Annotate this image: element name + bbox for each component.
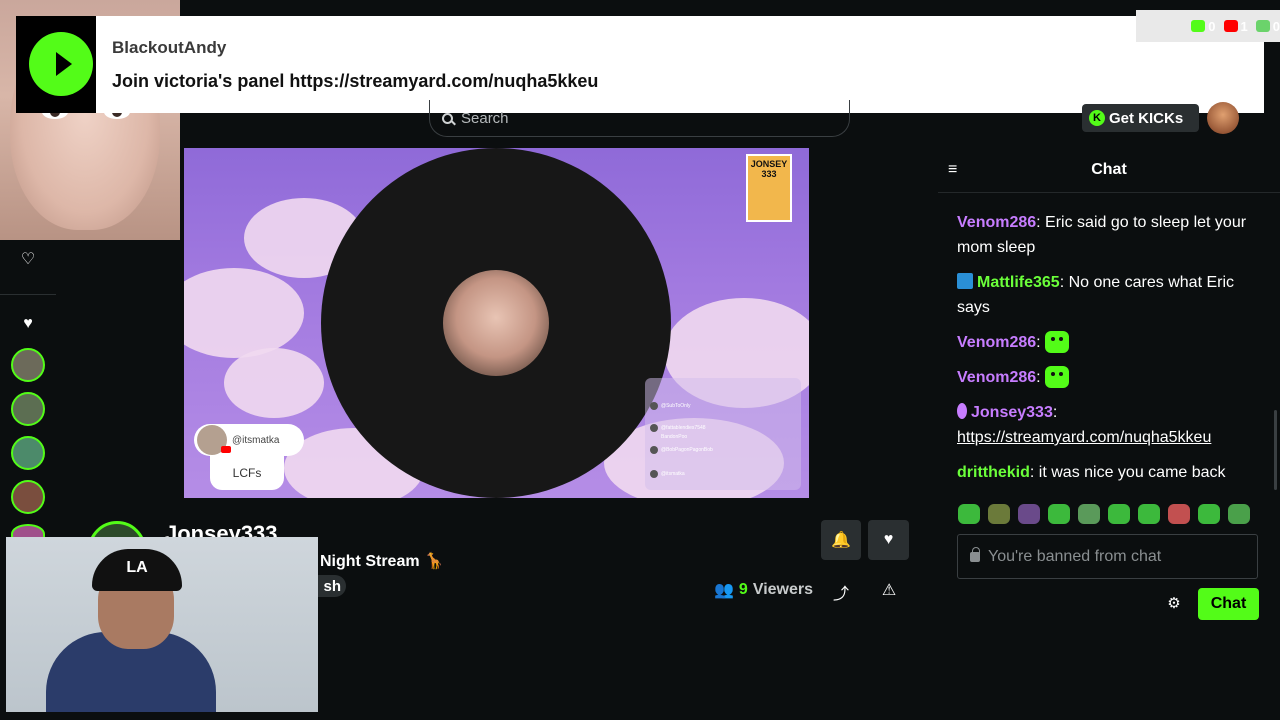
sidebar-channel-avatar[interactable] bbox=[11, 348, 45, 382]
search-icon bbox=[442, 112, 453, 124]
chat-message: Jonsey333: https://streamyard.com/nuqha5… bbox=[957, 403, 1212, 446]
emote-icon[interactable] bbox=[1168, 504, 1190, 524]
notification-username: BlackoutAndy bbox=[112, 38, 227, 57]
viewers-icon: 👥 bbox=[714, 582, 734, 599]
sidebar-channel-avatar[interactable] bbox=[11, 392, 45, 426]
overlay-user-pill: @itsmatka bbox=[194, 424, 304, 456]
mini-chat-line: BandonPoo bbox=[661, 434, 688, 440]
chat-message: Venom286: bbox=[957, 365, 1257, 390]
chat-message: Venom286: bbox=[957, 330, 1257, 355]
overlay-user-avatar bbox=[197, 425, 231, 455]
heart-outline-icon[interactable]: ♡ bbox=[20, 252, 36, 268]
mini-chat-line: @fattablendies7548 bbox=[650, 424, 706, 432]
link-counter: 0 bbox=[1255, 19, 1280, 34]
viewer-count-number: 9 bbox=[738, 581, 748, 598]
chat-messages: Venom286: Eric said go to sleep let your… bbox=[957, 210, 1257, 495]
heart-icon: ♥ bbox=[883, 531, 894, 548]
chat-message: Mattlife365: No one cares what Eric says bbox=[957, 273, 1235, 316]
emote-icon[interactable] bbox=[1108, 504, 1130, 524]
chat-username[interactable]: dritthekid bbox=[957, 464, 1030, 481]
chat-username[interactable]: Venom286 bbox=[957, 214, 1036, 231]
kick-logo-icon bbox=[16, 32, 96, 96]
following-heart-icon[interactable]: ♥ bbox=[20, 316, 36, 332]
category-tag[interactable]: sh bbox=[314, 575, 346, 597]
mini-chat-line: @BobPagonPagonBob bbox=[650, 446, 713, 454]
cloud-decoration bbox=[224, 348, 324, 418]
mini-chat-line: @SubToOnly bbox=[650, 402, 691, 410]
stream-title: Night Stream 🦒 bbox=[320, 553, 444, 570]
emote-icon[interactable] bbox=[1228, 504, 1250, 524]
mini-chat-line: @itsmatka bbox=[650, 470, 685, 478]
overlay-label: LCFs bbox=[210, 456, 284, 490]
get-kicks-button[interactable]: K Get KICKs bbox=[1082, 104, 1199, 132]
chat-message: Venom286: Eric said go to sleep let your… bbox=[957, 214, 1247, 256]
report-warning-icon[interactable]: ⚠ bbox=[879, 580, 899, 600]
youtube-counter: 1 bbox=[1223, 19, 1248, 34]
microphone-badge-icon bbox=[957, 403, 967, 419]
follow-button[interactable]: ♥ bbox=[868, 520, 909, 560]
search-placeholder: Search bbox=[461, 109, 509, 127]
streamer-cam-circle bbox=[443, 270, 549, 376]
webcam-overlay-bottom: LA bbox=[6, 537, 318, 712]
chat-username[interactable]: Venom286 bbox=[957, 334, 1036, 351]
emote-icon[interactable] bbox=[958, 504, 980, 524]
notification-message: Join victoria's panel https://streamyard… bbox=[112, 71, 599, 91]
lock-icon bbox=[970, 546, 980, 562]
green-face-emote-icon bbox=[1045, 331, 1070, 353]
viewer-count-label: Viewers bbox=[752, 581, 814, 598]
notification-bell-button[interactable]: 🔔 bbox=[821, 520, 861, 560]
cloud-decoration bbox=[184, 268, 304, 358]
share-icon[interactable]: ⤴ bbox=[831, 580, 851, 603]
overlay-mini-chat: @SubToOnly @fattablendies7548 BandonPoo … bbox=[645, 378, 801, 490]
green-face-emote-icon bbox=[1045, 366, 1070, 388]
chat-input-placeholder: You're banned from chat bbox=[988, 547, 1162, 565]
notification-banner[interactable]: BlackoutAndy Join victoria's panel https… bbox=[16, 16, 1264, 113]
chat-input[interactable]: You're banned from chat bbox=[957, 534, 1258, 579]
sidebar-channel-avatar[interactable] bbox=[11, 436, 45, 470]
gear-icon[interactable]: ⚙ bbox=[1166, 594, 1182, 612]
emote-icon[interactable] bbox=[988, 504, 1010, 524]
chat-header: ≡ Chat bbox=[938, 148, 1280, 193]
chat-message: dritthekid: it was nice you came back bbox=[957, 464, 1226, 481]
chat-scrollbar[interactable] bbox=[1274, 410, 1277, 490]
emote-icon[interactable] bbox=[1138, 504, 1160, 524]
webcam-cap: LA bbox=[92, 549, 182, 591]
emote-icon[interactable] bbox=[1018, 504, 1040, 524]
chat-username[interactable]: Jonsey333 bbox=[971, 404, 1053, 421]
kick-counter: 0 bbox=[1191, 19, 1216, 34]
overlay-username: @itsmatka bbox=[232, 434, 280, 446]
get-kicks-label: Get KICKs bbox=[1109, 109, 1184, 127]
link-icon bbox=[1255, 20, 1270, 32]
chat-link[interactable]: https://streamyard.com/nuqha5kkeu bbox=[957, 429, 1211, 446]
kick-icon bbox=[1191, 20, 1206, 32]
emote-icon[interactable] bbox=[1198, 504, 1220, 524]
chat-title: Chat bbox=[1091, 161, 1127, 178]
stream-logo: JONSEY 333 bbox=[746, 154, 792, 222]
user-avatar[interactable] bbox=[1207, 102, 1239, 134]
video-player[interactable]: JONSEY 333 @itsmatka LCFs @SubToOnly @fa… bbox=[184, 148, 809, 498]
viewer-count: 👥 9 Viewers bbox=[714, 579, 813, 601]
emote-icon[interactable] bbox=[1078, 504, 1100, 524]
moderator-badge-icon bbox=[957, 273, 973, 289]
sidebar: ♡ ♥ bbox=[0, 240, 56, 544]
emote-icon[interactable] bbox=[1048, 504, 1070, 524]
youtube-icon bbox=[221, 446, 231, 453]
quick-emote-bar bbox=[958, 504, 1250, 524]
sidebar-channel-avatar[interactable] bbox=[11, 480, 45, 514]
kick-coin-icon: K bbox=[1089, 110, 1105, 126]
stream-counters: 0 1 0 bbox=[1136, 10, 1280, 42]
chat-username[interactable]: Mattlife365 bbox=[977, 274, 1060, 291]
bell-icon: 🔔 bbox=[831, 532, 851, 549]
search-input[interactable]: Search bbox=[429, 100, 850, 137]
youtube-icon bbox=[1223, 20, 1238, 32]
chat-panel: ≡ Chat Venom286: Eric said go to sleep l… bbox=[938, 148, 1280, 720]
chat-send-button[interactable]: Chat bbox=[1198, 588, 1259, 620]
chat-text: it was nice you came back bbox=[1034, 464, 1226, 481]
chat-username[interactable]: Venom286 bbox=[957, 369, 1036, 386]
sidebar-divider bbox=[0, 294, 56, 295]
